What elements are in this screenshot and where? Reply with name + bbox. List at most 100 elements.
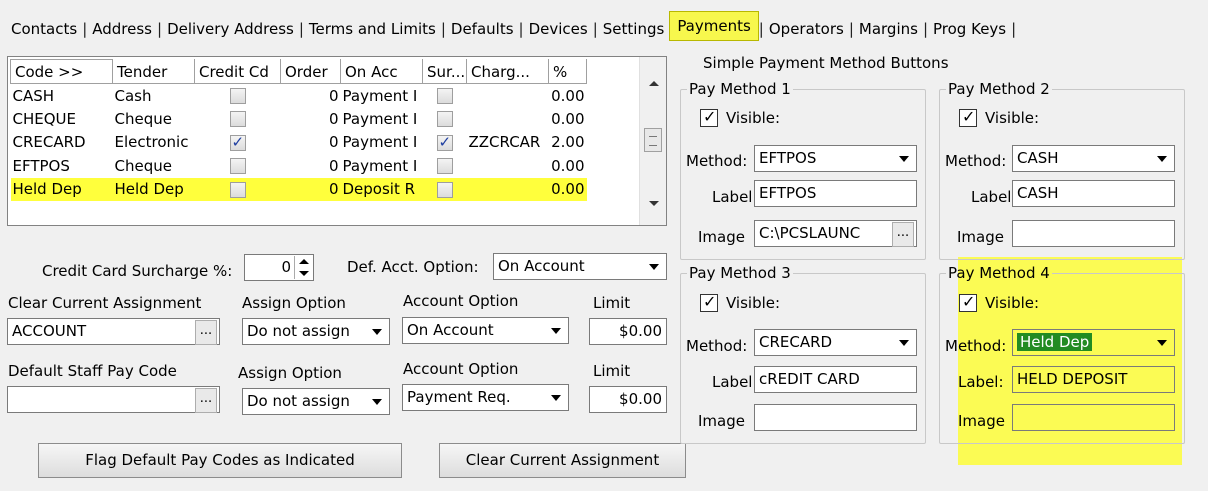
pay-codes-grid[interactable]: Code >> Tender Credit Cd Order On Acc Su… (7, 56, 667, 226)
staff-limit-field[interactable]: $0.00 (589, 386, 667, 413)
staff-account-option-select[interactable]: Payment Req. (402, 384, 569, 411)
clear-assignment-field[interactable]: ACCOUNT (7, 318, 220, 345)
assign-option-label: Assign Option (238, 364, 342, 382)
visible-checkbox[interactable] (959, 107, 977, 127)
scroll-up-arrow-icon[interactable] (649, 81, 659, 86)
surcharge-checkbox[interactable] (436, 133, 453, 151)
credit-checkbox[interactable] (229, 133, 246, 151)
scroll-thumb[interactable] (644, 128, 662, 152)
pay-method-1-title: Pay Method 1 (689, 80, 791, 98)
method-label: Method: (686, 337, 748, 355)
tab-address[interactable]: Address (87, 18, 157, 40)
table-row[interactable]: CRECARD Electronic 0 Payment I ZZCRCAR 2… (11, 131, 587, 155)
visible-checkbox[interactable] (959, 292, 977, 312)
table-row[interactable]: CASH Cash 0 Payment I 0.00 (11, 84, 587, 108)
grid-header-row: Code >> Tender Credit Cd Order On Acc Su… (10, 59, 587, 84)
tab-payments[interactable]: Payments (669, 11, 759, 41)
cell-sur (423, 107, 467, 131)
pay-method-4-select[interactable]: Held Dep (1012, 329, 1175, 356)
cell-tender: Cash (114, 86, 152, 105)
tab-devices[interactable]: Devices (524, 18, 593, 40)
surcharge-checkbox[interactable] (436, 88, 453, 104)
pay-method-3-value: CRECARD (759, 333, 833, 351)
pay-method-3-visible[interactable]: Visible: (700, 292, 781, 312)
col-sur-header[interactable]: Sur... (422, 59, 467, 84)
surcharge-spinner[interactable]: 0 (244, 254, 314, 281)
clear-current-assignment-button[interactable]: Clear Current Assignment (439, 443, 686, 478)
staff-pay-code-field[interactable] (7, 386, 220, 413)
pay-method-3-image-field[interactable] (754, 404, 917, 431)
tab-defaults[interactable]: Defaults (446, 18, 519, 40)
surcharge-value: 0 (281, 258, 291, 276)
def-acct-select[interactable]: On Account (493, 253, 667, 280)
cell-onacc: Payment I (342, 86, 418, 105)
cell-sur (423, 84, 467, 108)
cell-charge: ZZCRCAR (468, 133, 541, 152)
pay-method-1-visible[interactable]: Visible: (700, 107, 780, 127)
pay-method-2-label-value: CASH (1017, 184, 1059, 202)
col-order-header[interactable]: Order (280, 59, 341, 84)
pay-method-2-visible[interactable]: Visible: (959, 107, 1039, 127)
tab-terms-and-limits[interactable]: Terms and Limits (304, 18, 441, 40)
cell-credit (195, 154, 281, 178)
col-code-header[interactable]: Code >> (10, 59, 113, 84)
spinner-arrows-icon[interactable] (294, 256, 312, 279)
grid-vertical-scrollbar[interactable] (639, 57, 666, 225)
pay-method-2-image-field[interactable] (1012, 220, 1175, 247)
clear-assignment-browse-button[interactable]: ... (195, 320, 217, 345)
chevron-down-icon[interactable] (1151, 146, 1174, 171)
chevron-down-icon[interactable] (893, 146, 916, 171)
visible-checkbox[interactable] (700, 107, 718, 127)
chevron-down-icon[interactable] (366, 319, 389, 344)
surcharge-checkbox[interactable] (436, 181, 453, 198)
pay-method-4-visible[interactable]: Visible: (959, 292, 1039, 312)
col-charge-header[interactable]: Charg... (466, 59, 549, 84)
tab-operators[interactable]: Operators (764, 18, 849, 40)
credit-checkbox[interactable] (229, 158, 246, 175)
clear-assignment-value: ACCOUNT (12, 322, 87, 340)
col-tender-header[interactable]: Tender (112, 59, 195, 84)
table-row[interactable]: CHEQUE Cheque 0 Payment I 0.00 (11, 107, 587, 131)
credit-checkbox[interactable] (229, 181, 246, 198)
tab-margins[interactable]: Margins (854, 18, 923, 40)
col-onacc-header[interactable]: On Acc (340, 59, 423, 84)
scroll-down-arrow-icon[interactable] (649, 201, 659, 206)
pay-method-3-select[interactable]: CRECARD (754, 329, 917, 356)
chevron-down-icon[interactable] (545, 318, 568, 343)
chevron-down-icon[interactable] (893, 330, 916, 355)
staff-pay-code-browse-button[interactable]: ... (195, 388, 217, 413)
pay-method-2-select[interactable]: CASH (1012, 145, 1175, 172)
chevron-down-icon[interactable] (366, 389, 389, 414)
flag-default-pay-codes-button[interactable]: Flag Default Pay Codes as Indicated (38, 443, 402, 478)
chevron-down-icon[interactable] (643, 254, 666, 279)
surcharge-checkbox[interactable] (436, 158, 453, 175)
pay-method-4-label-field[interactable]: HELD DEPOSIT (1012, 366, 1175, 393)
visible-checkbox[interactable] (700, 292, 718, 312)
credit-checkbox[interactable] (229, 111, 246, 128)
account-option-select[interactable]: On Account (402, 317, 569, 344)
pay-method-4-image-field[interactable] (1012, 404, 1175, 431)
pay-method-1-select[interactable]: EFTPOS (754, 145, 917, 172)
table-row-selected[interactable]: Held Dep Held Dep 0 Deposit R 0.00 (10, 177, 587, 201)
pay-method-2-label-field[interactable]: CASH (1012, 180, 1175, 207)
col-pct-header[interactable]: % (548, 59, 587, 84)
pay-method-3-title: Pay Method 3 (689, 264, 791, 282)
limit-field[interactable]: $0.00 (589, 318, 667, 345)
pay-method-1-image-browse-button[interactable]: ... (892, 222, 914, 247)
pay-method-3-label-field[interactable]: cREDIT CARD (754, 366, 917, 393)
credit-checkbox[interactable] (229, 88, 246, 104)
col-credit-header[interactable]: Credit Cd (194, 59, 281, 84)
table-row[interactable]: EFTPOS Cheque 0 Payment I 0.00 (11, 154, 587, 178)
tab-settings[interactable]: Settings (598, 18, 670, 40)
chevron-down-icon[interactable] (1151, 330, 1174, 355)
tab-prog-keys[interactable]: Prog Keys (928, 18, 1011, 40)
tab-contacts[interactable]: Contacts (6, 18, 82, 40)
visible-label: Visible: (726, 294, 781, 312)
staff-assign-option-select[interactable]: Do not assign (242, 388, 390, 415)
tab-delivery-address[interactable]: Delivery Address (162, 18, 299, 40)
assign-option-select[interactable]: Do not assign (242, 318, 390, 345)
surcharge-checkbox[interactable] (436, 111, 453, 128)
image-label: Image (698, 228, 745, 246)
chevron-down-icon[interactable] (545, 385, 568, 410)
pay-method-1-label-field[interactable]: EFTPOS (754, 180, 917, 207)
